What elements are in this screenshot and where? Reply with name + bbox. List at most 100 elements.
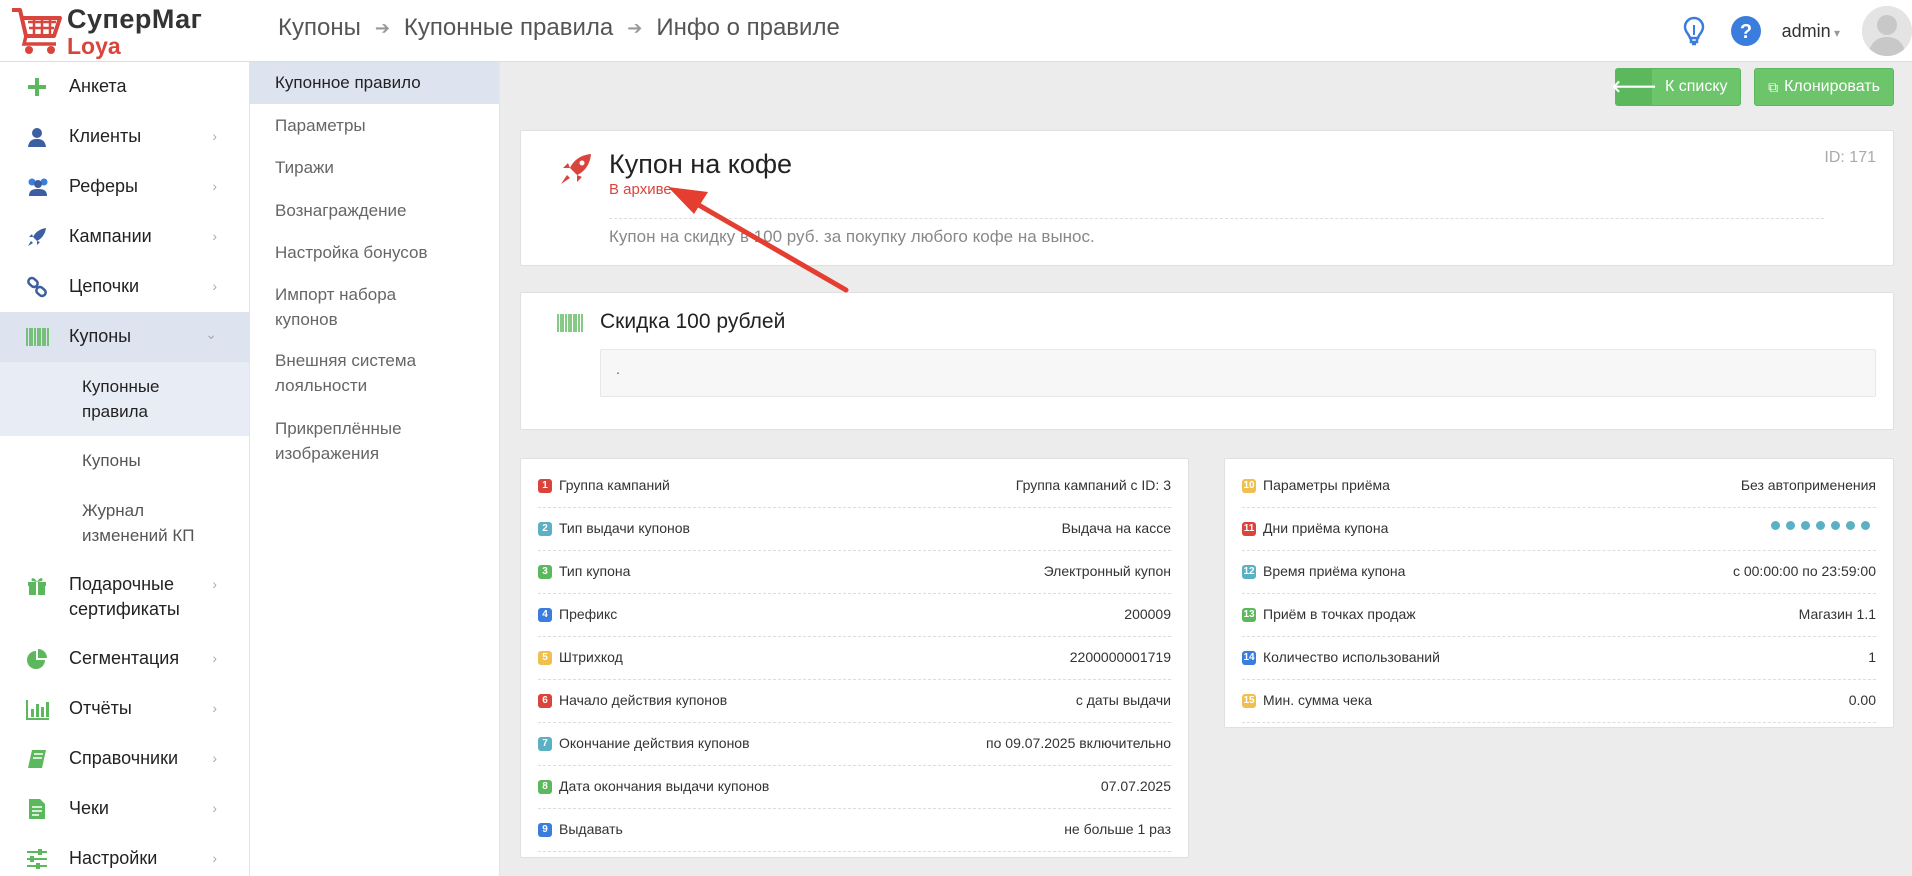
- user-silhouette-icon: [1862, 6, 1912, 56]
- sidebar-item-receipts[interactable]: Чеки ›: [0, 784, 249, 834]
- sidebar-item-label: Справочники: [69, 748, 179, 768]
- sidebar-subitem-label: Купоны: [82, 451, 141, 470]
- subnav-coupon-rule[interactable]: Купонное правило: [250, 62, 499, 104]
- weekday-dot: [1831, 521, 1840, 530]
- avatar[interactable]: [1862, 6, 1912, 56]
- sidebar-item-settings[interactable]: Настройки ›: [0, 834, 249, 876]
- rule-header-card: Купон на кофе В архиве ID: 171 Купон на …: [520, 130, 1894, 266]
- subnav-label: Прикреплённые изображения: [275, 419, 402, 463]
- users-icon: [28, 178, 48, 196]
- weekday-dot: [1816, 521, 1825, 530]
- help-icon[interactable]: ?: [1730, 15, 1762, 47]
- logo[interactable]: СуперМаг Loya: [10, 4, 250, 59]
- user-icon: [28, 128, 46, 147]
- param-row: 10 Параметры приёма Без автоприменения: [1242, 465, 1876, 508]
- param-number-badge: 2: [538, 522, 552, 536]
- subnav-import-coupons[interactable]: Импорт набора купонов: [250, 272, 499, 338]
- subnav-bonus-settings[interactable]: Настройка бонусов: [250, 230, 499, 272]
- rule-title: Купон на кофе: [609, 149, 793, 179]
- breadcrumb-rule-info: Инфо о правиле: [656, 14, 840, 41]
- sidebar-item-label: Подарочные сертификаты: [69, 574, 180, 619]
- sidebar: Анкета Клиенты › Реферы › Кампании › Цеп…: [0, 62, 250, 876]
- chevron-right-icon: ›: [212, 800, 217, 816]
- weekday-dots: [1765, 521, 1870, 530]
- param-value: 1: [1868, 649, 1876, 665]
- chevron-right-icon: ›: [212, 650, 217, 666]
- chevron-right-icon: ›: [212, 576, 217, 592]
- param-number-badge: 11: [1242, 522, 1256, 536]
- rocket-icon: [561, 154, 591, 184]
- breadcrumb-coupons[interactable]: Купоны: [278, 14, 361, 42]
- rocket-icon: [28, 228, 46, 246]
- subnav-issues[interactable]: Тиражи: [250, 146, 499, 188]
- weekday-dot: [1846, 521, 1855, 530]
- sidebar-item-anketa[interactable]: Анкета: [0, 62, 249, 112]
- param-row: 5 Штрихкод 2200000001719: [538, 637, 1171, 680]
- sidebar-item-reports[interactable]: Отчёты ›: [0, 684, 249, 734]
- back-to-list-button[interactable]: 🡐 К списку: [1611, 68, 1741, 106]
- main-content: 🡐 К списку ⧉ Клонировать Купон на кофе В…: [500, 62, 1912, 876]
- param-label: Штрихкод: [559, 649, 623, 665]
- subnav-label: Импорт набора купонов: [275, 285, 397, 329]
- param-number-badge: 14: [1242, 651, 1256, 665]
- param-number-badge: 10: [1242, 479, 1256, 493]
- chevron-right-icon: ›: [212, 278, 217, 294]
- clone-button[interactable]: ⧉ Клонировать: [1754, 68, 1894, 106]
- param-label: Время приёма купона: [1263, 563, 1406, 579]
- reward-description-box: .: [600, 349, 1876, 397]
- sidebar-item-segmentation[interactable]: Сегментация ›: [0, 634, 249, 684]
- param-number-badge: 6: [538, 694, 552, 708]
- user-name: admin: [1781, 20, 1831, 41]
- lightbulb-icon[interactable]: [1678, 15, 1710, 47]
- user-menu[interactable]: admin ▾: [1782, 21, 1840, 42]
- rule-id: ID: 171: [1824, 149, 1876, 166]
- param-label: Параметры приёма: [1263, 477, 1390, 493]
- param-value: с 00:00:00 по 23:59:00: [1732, 563, 1876, 579]
- svg-text:?: ?: [1740, 21, 1752, 43]
- book-icon: [28, 750, 46, 768]
- chevron-right-icon: ›: [212, 128, 217, 144]
- breadcrumb: Купоны ➔ Купонные правила ➔ Инфо о прави…: [278, 14, 840, 42]
- param-row: 7 Окончание действия купонов по 09.07.2025…: [538, 723, 1171, 766]
- param-row: 11 Дни приёма купона: [1242, 508, 1876, 551]
- weekday-dot: [1771, 521, 1780, 530]
- sidebar-item-chains[interactable]: Цепочки ›: [0, 262, 249, 312]
- chevron-right-icon: ›: [212, 850, 217, 866]
- param-row: 1 Группа кампаний Группа кампаний с ID: 3: [538, 465, 1171, 508]
- param-label: Выдавать: [559, 821, 623, 837]
- params-left-card: 1 Группа кампаний Группа кампаний с ID: 3 2…: [520, 458, 1189, 858]
- breadcrumb-coupon-rules[interactable]: Купонные правила: [404, 14, 613, 42]
- param-number-badge: 3: [538, 565, 552, 579]
- sidebar-subitem-changelog[interactable]: Журнал изменений КП: [0, 486, 249, 560]
- arrow-right-icon: ➔: [627, 17, 643, 38]
- sidebar-subitem-coupon-rules[interactable]: Купонные правила: [0, 362, 249, 436]
- sidebar-item-referrers[interactable]: Реферы ›: [0, 162, 249, 212]
- subnav-external-loyalty[interactable]: Внешняя система лояльности: [250, 338, 499, 406]
- param-label: Префикс: [559, 606, 618, 622]
- sidebar-item-label: Анкета: [69, 76, 127, 96]
- rule-subnav: Купонное правило Параметры Тиражи Вознаг…: [250, 62, 500, 876]
- subnav-attached-images[interactable]: Прикреплённые изображения: [250, 406, 499, 474]
- param-value: Выдача на кассе: [1061, 520, 1171, 536]
- subnav-parameters[interactable]: Параметры: [250, 104, 499, 146]
- param-row: 12 Время приёма купона с 00:00:00 по 23:59…: [1242, 551, 1876, 594]
- param-label: Группа кампаний: [559, 477, 670, 493]
- sidebar-item-label: Клиенты: [69, 126, 142, 146]
- weekday-dot: [1786, 521, 1795, 530]
- sidebar-subitem-coupons[interactable]: Купоны: [0, 436, 249, 486]
- sidebar-item-coupons[interactable]: Купоны ⌄: [0, 312, 249, 362]
- sidebar-item-references[interactable]: Справочники ›: [0, 734, 249, 784]
- sidebar-item-clients[interactable]: Клиенты ›: [0, 112, 249, 162]
- param-value: 07.07.2025: [1100, 778, 1171, 794]
- param-value: Электронный купон: [1043, 563, 1171, 579]
- link-icon: [27, 276, 47, 298]
- subnav-reward[interactable]: Вознаграждение: [250, 188, 499, 230]
- sidebar-subitem-label: Купонные правила: [82, 377, 160, 421]
- sidebar-item-gift-certificates[interactable]: Подарочные сертификаты ›: [0, 560, 249, 634]
- sliders-icon: [27, 849, 47, 869]
- chevron-right-icon: ›: [212, 700, 217, 716]
- sidebar-item-label: Чеки: [69, 798, 109, 818]
- sidebar-item-campaigns[interactable]: Кампании ›: [0, 212, 249, 262]
- plus-icon: [28, 78, 46, 96]
- subnav-label: Параметры: [275, 116, 366, 135]
